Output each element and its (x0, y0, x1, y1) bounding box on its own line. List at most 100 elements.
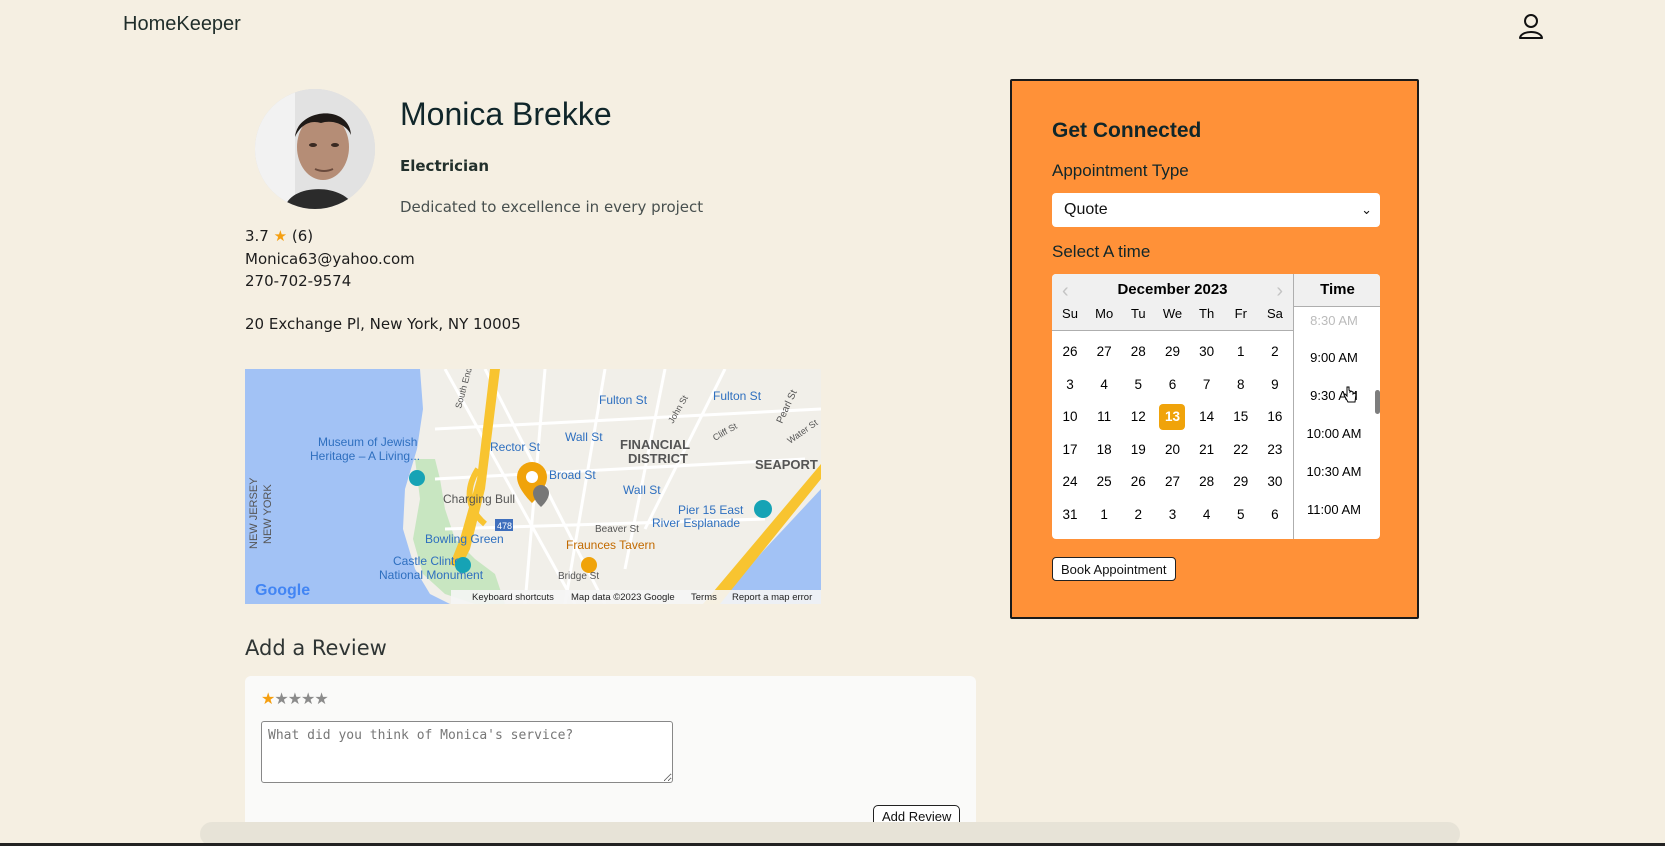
svg-text:Museum of Jewish: Museum of Jewish (318, 435, 417, 449)
star-rating-input[interactable]: ★★★★★ (261, 689, 329, 708)
calendar-day[interactable]: 20 (1159, 437, 1185, 463)
calendar-day[interactable]: 19 (1125, 437, 1151, 463)
calendar-day[interactable]: 2 (1125, 502, 1151, 528)
svg-text:Fulton St: Fulton St (599, 393, 648, 407)
svg-text:NEW JERSEY: NEW JERSEY (248, 477, 260, 549)
svg-text:SEAPORT: SEAPORT (755, 457, 818, 472)
svg-text:Charging Bull: Charging Bull (443, 492, 515, 506)
svg-text:Heritage – A Living...: Heritage – A Living... (310, 449, 420, 463)
calendar-day[interactable]: 16 (1262, 404, 1288, 430)
svg-text:478: 478 (497, 521, 512, 531)
calendar-day[interactable]: 5 (1228, 502, 1254, 528)
time-option[interactable]: 10:30 AM (1294, 464, 1374, 479)
calendar-day[interactable]: 22 (1228, 437, 1254, 463)
time-option[interactable]: 9:30 AM (1294, 388, 1374, 403)
panel-title: Get Connected (1052, 119, 1202, 142)
calendar-day[interactable]: 6 (1262, 502, 1288, 528)
svg-text:Fulton St: Fulton St (713, 389, 762, 403)
time-scrollbar[interactable] (1375, 390, 1380, 414)
calendar-day[interactable]: 25 (1091, 469, 1117, 495)
calendar-day[interactable]: 31 (1057, 502, 1083, 528)
calendar-day[interactable]: 15 (1228, 404, 1254, 430)
avatar (255, 89, 375, 209)
time-option[interactable]: 11:00 AM (1294, 502, 1374, 517)
calendar-day[interactable]: 1 (1091, 502, 1117, 528)
calendar-day[interactable]: 13 (1159, 404, 1186, 430)
star-icon[interactable]: ★★★★ (274, 689, 328, 708)
calendar-day[interactable]: 2 (1262, 339, 1288, 365)
rating-value: 3.7 (245, 227, 269, 245)
calendar-day[interactable]: 23 (1262, 437, 1288, 463)
calendar-day[interactable]: 11 (1091, 404, 1117, 430)
appointment-type-select[interactable]: Quote ⌄ (1052, 193, 1380, 227)
calendar-day[interactable]: 29 (1159, 339, 1185, 365)
calendar-day[interactable]: 3 (1159, 502, 1185, 528)
provider-phone[interactable]: 270-702-9574 (245, 272, 351, 290)
provider-email[interactable]: Monica63@yahoo.com (245, 250, 415, 268)
top-bar: HomeKeeper (0, 0, 1665, 52)
calendar-week: 26 27 28 29 30 1 2 (1056, 339, 1289, 372)
svg-text:Beaver St: Beaver St (595, 524, 639, 535)
appointment-type-label: Appointment Type (1052, 161, 1189, 180)
calendar-day[interactable]: 8 (1228, 372, 1254, 398)
calendar-day[interactable]: 3 (1057, 372, 1083, 398)
svg-text:Map data ©2023 Google: Map data ©2023 Google (571, 592, 675, 603)
time-option[interactable]: 10:00 AM (1294, 426, 1374, 441)
calendar-day[interactable]: 21 (1194, 437, 1220, 463)
day-name: Th (1199, 306, 1215, 321)
calendar-month: December 2023 (1117, 281, 1228, 298)
svg-text:FINANCIAL: FINANCIAL (620, 437, 690, 452)
svg-text:Wall St: Wall St (623, 483, 661, 497)
star-icon[interactable]: ★ (261, 689, 275, 708)
calendar-day[interactable]: 4 (1091, 372, 1117, 398)
calendar-day[interactable]: 5 (1125, 372, 1151, 398)
calendar-day[interactable]: 14 (1194, 404, 1220, 430)
calendar-day[interactable]: 26 (1125, 469, 1151, 495)
svg-text:Bowling Green: Bowling Green (425, 532, 504, 546)
brand-logo[interactable]: HomeKeeper (123, 13, 241, 36)
review-textarea[interactable] (261, 721, 673, 783)
svg-text:Google: Google (255, 582, 310, 599)
day-name: Mo (1095, 306, 1114, 321)
time-option[interactable]: 9:00 AM (1294, 350, 1374, 365)
calendar-day[interactable]: 24 (1057, 469, 1083, 495)
calendar-day[interactable]: 6 (1159, 372, 1185, 398)
svg-text:Fraunces Tavern: Fraunces Tavern (566, 538, 655, 552)
day-name: We (1162, 306, 1183, 321)
book-appointment-button[interactable]: Book Appointment (1052, 557, 1176, 581)
calendar-day[interactable]: 26 (1057, 339, 1083, 365)
chevron-down-icon: ⌄ (1361, 202, 1372, 217)
calendar-day[interactable]: 18 (1091, 437, 1117, 463)
calendar-day[interactable]: 10 (1057, 404, 1083, 430)
calendar-day[interactable]: 28 (1125, 339, 1151, 365)
svg-text:Pier 15 East: Pier 15 East (678, 503, 744, 517)
calendar-day[interactable]: 4 (1194, 502, 1220, 528)
hand-cursor-icon (1343, 386, 1357, 403)
calendar-week: 24 25 26 27 28 29 30 (1056, 469, 1289, 502)
calendar-day[interactable]: 9 (1262, 372, 1288, 398)
calendar-week: 10 11 12 13 14 15 16 (1056, 404, 1289, 437)
rating-line: 3.7 ★ (6) (245, 227, 313, 245)
day-names: Su Mo Tu We Th Fr Sa (1056, 306, 1289, 321)
user-icon[interactable] (1517, 12, 1545, 40)
calendar-days: 26 27 28 29 30 1 2 3 4 5 6 7 8 9 10 11 12 13 14 15 16 17 18 19 2… (1056, 339, 1289, 534)
calendar-day[interactable]: 29 (1228, 469, 1254, 495)
calendar-day[interactable]: 27 (1091, 339, 1117, 365)
calendar-day[interactable]: 27 (1159, 469, 1185, 495)
svg-text:Terms: Terms (691, 592, 717, 603)
time-header: Time (1294, 274, 1380, 307)
next-month-icon[interactable]: › (1276, 280, 1283, 303)
select-time-label: Select A time (1052, 242, 1151, 261)
calendar-day[interactable]: 30 (1194, 339, 1220, 365)
calendar-day[interactable]: 30 (1262, 469, 1288, 495)
calendar-day[interactable]: 1 (1228, 339, 1254, 365)
calendar-day[interactable]: 12 (1125, 404, 1151, 430)
calendar-day[interactable]: 28 (1194, 469, 1220, 495)
calendar-header: ‹ December 2023 › Su Mo Tu We Th Fr Sa (1052, 274, 1293, 331)
location-map[interactable]: NEW JERSEY NEW YORK Museum of Jewish Her… (245, 369, 821, 604)
svg-text:NEW YORK: NEW YORK (262, 484, 274, 544)
calendar-day[interactable]: 7 (1194, 372, 1220, 398)
review-card: ★★★★★ Add Review (245, 676, 976, 836)
svg-text:DISTRICT: DISTRICT (628, 451, 688, 466)
calendar-day[interactable]: 17 (1057, 437, 1083, 463)
